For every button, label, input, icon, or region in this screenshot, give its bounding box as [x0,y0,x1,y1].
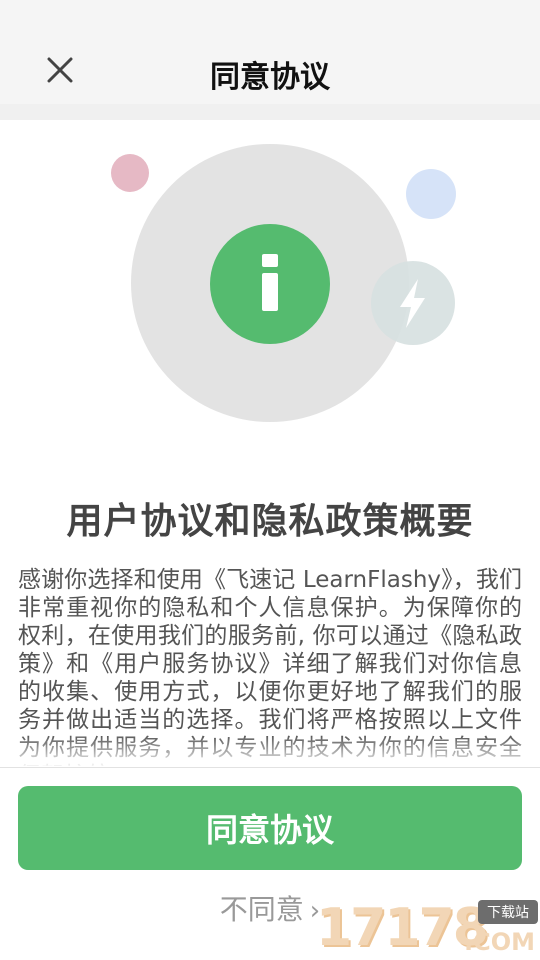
header-divider-band [0,104,540,120]
page-title: 同意协议 [210,60,330,95]
watermark-domain: .COM [464,928,536,956]
policy-summary-heading: 用户协议和隐私政策概要 [66,501,474,542]
agree-button[interactable]: 同意协议 [18,786,522,870]
watermark-tag: 下载站 [478,900,538,924]
site-watermark: 17178 .COM 下载站 [316,898,540,960]
lightning-icon [371,261,455,345]
agreement-illustration [111,144,456,422]
info-icon [210,224,330,344]
blue-dot [406,169,456,219]
disagree-label: 不同意 [219,893,304,926]
divider [0,767,540,768]
watermark-digits: 17178 [316,898,489,958]
pink-dot [111,154,149,192]
text-fade-overlay [0,735,540,768]
